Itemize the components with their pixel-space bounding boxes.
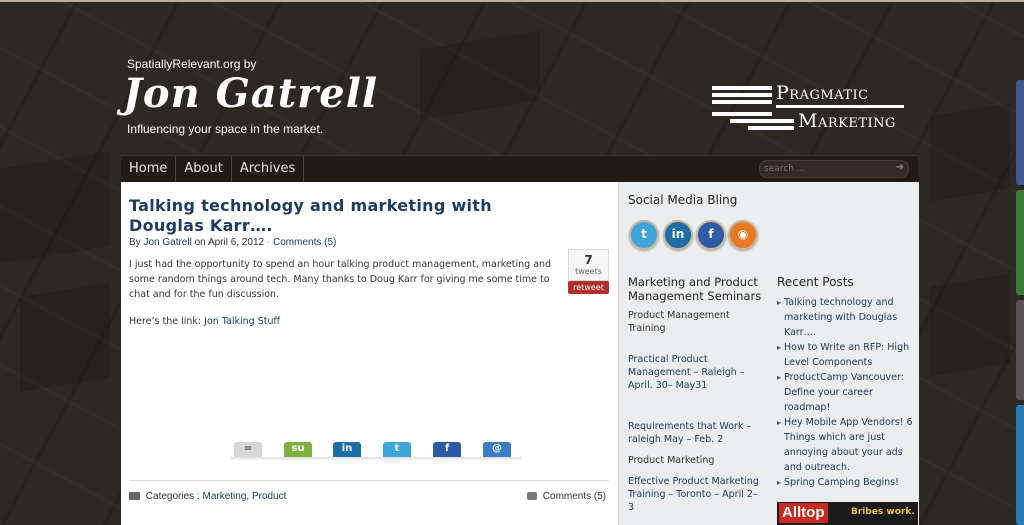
site-tagline: Influencing your space in the market.: [127, 122, 324, 136]
top-border: [0, 0, 1024, 2]
nav-home[interactable]: Home: [121, 156, 177, 183]
linkedin-icon[interactable]: in: [663, 220, 693, 250]
social-title: Social Media Bling: [628, 193, 738, 207]
author-link[interactable]: Jon Gatrell: [143, 237, 191, 248]
seminars-widget: Marketing and Product Management Seminar…: [628, 275, 763, 522]
seminar-link[interactable]: Practical Product Management – Raleigh –…: [628, 353, 763, 392]
folder-icon: [129, 492, 140, 500]
seminar-link[interactable]: Effective Product Marketing Training – T…: [628, 475, 763, 514]
recent-post-link[interactable]: How to Write an RFP: High Level Componen…: [777, 340, 913, 370]
seminar-heading: Product Marketing: [628, 455, 715, 466]
tweet-label: tweets: [575, 267, 602, 276]
twitter-icon[interactable]: t: [383, 442, 411, 458]
post-body: I just had the opportunity to spend an h…: [129, 259, 552, 300]
tweetmeme-button[interactable]: 7 tweets retweet: [568, 249, 609, 295]
site-byline: SpatiallyRelevant.org by: [127, 57, 257, 71]
recent-post-link[interactable]: Hey Mobile App Vendors! 6 Things which a…: [777, 415, 913, 475]
share-shadow: [231, 457, 521, 461]
rss-icon[interactable]: ◉: [728, 220, 758, 250]
categories-label: Categories :: [145, 491, 200, 502]
post-link-line: Here’s the link: Jon Talking Stuff: [129, 316, 280, 327]
facebook-icon[interactable]: f: [433, 442, 461, 458]
background-tile: [930, 103, 1010, 202]
meta-prefix: By: [129, 237, 141, 248]
category-marketing-link[interactable]: Marketing: [202, 491, 246, 502]
site-title[interactable]: Jon Gatrell: [123, 70, 378, 117]
background-tile: [930, 273, 1010, 377]
twitter-icon[interactable]: t: [629, 220, 659, 250]
post-comments-footer[interactable]: Comments (5): [527, 491, 606, 502]
meta-date: on April 6, 2012: [194, 237, 265, 248]
logo-rule: [776, 105, 904, 108]
recent-posts-widget: Recent Posts Talking technology and mark…: [777, 275, 913, 490]
delicious-icon[interactable]: ∞: [234, 442, 262, 458]
seminars-title: Marketing and Product Management Seminar…: [628, 275, 762, 303]
link-prefix: Here’s the link:: [129, 316, 202, 327]
search-box: ➜: [759, 160, 909, 178]
logo-word-pragmatic: Pragmatic: [776, 82, 869, 104]
edge-tab[interactable]: [1016, 80, 1024, 185]
nav-about[interactable]: About: [176, 156, 232, 183]
logo-word-marketing: Marketing: [798, 110, 896, 132]
alltop-tagline: Bribes work.: [851, 507, 915, 517]
tweet-count-box: 7 tweets: [568, 249, 609, 281]
jon-talking-stuff-link[interactable]: Jon Talking Stuff: [204, 316, 280, 327]
category-product-link[interactable]: Product: [252, 491, 286, 502]
logo-bars-icon: [712, 84, 794, 132]
post-area: Talking technology and marketing with Do…: [121, 182, 618, 525]
pragmatic-marketing-logo[interactable]: Pragmatic Marketing: [712, 82, 912, 142]
comments-footer-label[interactable]: Comments (5): [543, 491, 606, 502]
background-tile: [20, 282, 110, 393]
edge-tab[interactable]: [1016, 405, 1024, 525]
post-meta: By Jon Gatrell on April 6, 2012 · Commen…: [129, 237, 336, 248]
comments-link[interactable]: Comments (5): [273, 237, 336, 248]
retweet-button[interactable]: retweet: [568, 281, 609, 294]
post-title[interactable]: Talking technology and marketing with Do…: [129, 196, 529, 236]
post-divider: [129, 480, 609, 481]
linkedin-icon[interactable]: in: [333, 442, 361, 458]
facebook-icon[interactable]: f: [696, 220, 726, 250]
email-icon[interactable]: @: [483, 442, 511, 458]
meta-separator: ·: [266, 237, 271, 248]
seminar-heading: Product Management Training: [628, 310, 730, 334]
alltop-badge[interactable]: Alltop Bribes work.: [777, 502, 918, 525]
recent-post-link[interactable]: Spring Camping Begins!: [777, 475, 913, 490]
nav-archives[interactable]: Archives: [232, 156, 305, 183]
search-arrow-icon[interactable]: ➜: [896, 162, 904, 173]
seminar-link[interactable]: Requirements that Work – raleigh May – F…: [628, 420, 763, 446]
post-categories: Categories : Marketing, Product: [129, 491, 286, 502]
sidebar: Social Media Bling t in f ◉ Marketing an…: [618, 182, 919, 525]
edge-tab[interactable]: [1016, 300, 1024, 400]
recent-post-link[interactable]: Talking technology and marketing with Do…: [777, 295, 913, 340]
background-tile: [420, 30, 540, 120]
recent-posts-title: Recent Posts: [777, 275, 854, 289]
search-input[interactable]: [764, 161, 884, 177]
comment-bubble-icon: [527, 492, 537, 500]
background-tile: [0, 151, 110, 264]
recent-post-link[interactable]: ProductCamp Vancouver: Define your caree…: [777, 370, 913, 415]
tweet-count: 7: [584, 253, 593, 267]
stumbleupon-icon[interactable]: su: [284, 442, 312, 458]
alltop-logo: Alltop: [779, 503, 828, 523]
edge-tab[interactable]: [1016, 190, 1024, 295]
